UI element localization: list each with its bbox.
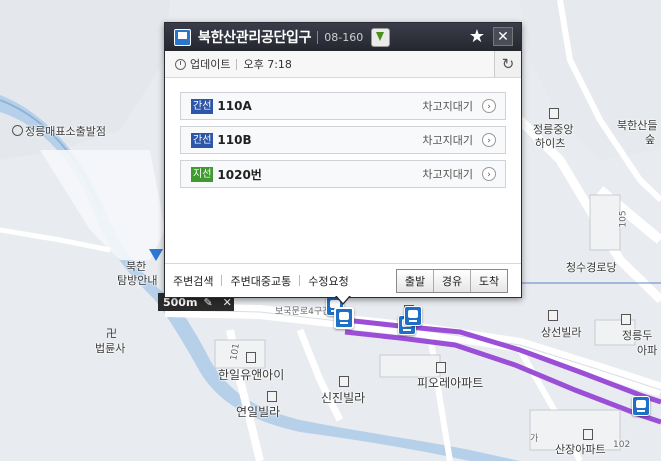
chevron-right-icon[interactable]: ›: [482, 133, 496, 147]
location-marker-icon[interactable]: [149, 249, 163, 271]
close-button[interactable]: ✕: [493, 27, 513, 46]
route-type-badge: 간선: [191, 132, 214, 148]
building-icon: [436, 362, 446, 373]
popup-tail: [335, 295, 351, 305]
route-status: 차고지대기: [422, 134, 473, 147]
locate-button[interactable]: [371, 27, 391, 47]
divider: [317, 30, 319, 44]
update-label: 업데이트: [190, 58, 231, 71]
ticket-office-icon: [12, 125, 23, 136]
update-time: 오후 7:18: [243, 58, 292, 71]
building-icon: [548, 310, 558, 321]
route-status: 차고지대기: [422, 168, 473, 181]
map-label-sinjin: 신진빌라: [321, 391, 366, 405]
map-label-102: 102: [613, 440, 631, 450]
building-icon: [339, 376, 349, 387]
route-name: 1020번: [217, 167, 262, 182]
building-icon: [246, 352, 256, 363]
map-label-sangseon: 상선빌라: [541, 326, 582, 339]
popup-footer: 주변검색 주변대중교통 수정요청 출발 경유 도착: [165, 263, 521, 297]
edit-request-link[interactable]: 수정요청: [300, 273, 356, 289]
route-list: 간선 110A 차고지대기 › 간선 110B 차고지대기 › 지선 1020번…: [165, 78, 521, 188]
nearby-transit-link[interactable]: 주변대중교통: [222, 273, 299, 289]
route-type-badge: 지선: [191, 166, 214, 182]
building-icon: [621, 314, 631, 325]
clock-icon: [175, 58, 186, 70]
bus-stop-icon[interactable]: [404, 306, 422, 326]
building-icon: [549, 108, 559, 119]
map-label-hanil: 한일유앤아이: [218, 368, 285, 382]
departure-button[interactable]: 출발: [397, 270, 433, 292]
map-label-sanjang: 산장아파트: [555, 443, 606, 456]
chevron-right-icon[interactable]: ›: [482, 167, 496, 181]
popup-header: 북한산관리공단입구 08-160 ★ ✕: [165, 23, 521, 51]
route-row[interactable]: 간선 110B 차고지대기 ›: [180, 126, 506, 154]
map-label-105: 105: [618, 210, 629, 228]
route-status: 차고지대기: [422, 100, 473, 113]
bus-stop-icon[interactable]: [632, 396, 650, 416]
nearby-search-link[interactable]: 주변검색: [165, 273, 221, 289]
map-label-bukhansan-guide-2: 탐방안내: [117, 274, 158, 287]
route-type-badge: 간선: [191, 98, 214, 114]
map-label-jeongneung-ticket: 정릉매표소출발점: [12, 123, 106, 139]
route-name: 110B: [217, 133, 252, 147]
route-row[interactable]: 지선 1020번 차고지대기 ›: [180, 160, 506, 188]
stop-id: 08-160: [324, 30, 364, 44]
map-label-road: 보국문로4구간: [275, 307, 331, 317]
building-icon: [583, 429, 593, 440]
bus-icon: [174, 28, 191, 46]
map-label-jeongneung-jungang-2: 하이츠: [535, 137, 566, 150]
bus-stop-popup: 북한산관리공단입구 08-160 ★ ✕ 업데이트 오후 7:18 ↻ 간선 1…: [164, 22, 522, 298]
route-name: 110A: [217, 99, 252, 113]
building-icon: [267, 391, 277, 402]
map-label-jeongneung-apt: 정릉두: [622, 329, 653, 342]
refresh-icon[interactable]: ↻: [494, 51, 521, 77]
divider: [236, 58, 238, 70]
map-label-pio: 피오레아파트: [417, 376, 484, 390]
map-label-cheongsu: 청수경로당: [566, 261, 617, 274]
map-label-ga: 가: [530, 434, 539, 444]
map-label-yeonil: 연일빌라: [236, 405, 281, 419]
route-buttons: 출발 경유 도착: [396, 269, 508, 293]
map-label-beopryunsa: 법륜사: [95, 342, 126, 355]
stop-name: 북한산관리공단입구: [198, 30, 312, 46]
temple-icon: 卍: [106, 327, 117, 340]
bus-stop-icon-selected[interactable]: [334, 307, 354, 329]
arrival-button[interactable]: 도착: [470, 270, 507, 292]
update-bar: 업데이트 오후 7:18 ↻: [165, 51, 521, 78]
favorite-star-icon[interactable]: ★: [469, 26, 485, 47]
route-row[interactable]: 간선 110A 차고지대기 ›: [180, 92, 506, 120]
map-label-jeongneung-apt-2: 아파: [637, 344, 658, 357]
chevron-right-icon[interactable]: ›: [482, 99, 496, 113]
waypoint-button[interactable]: 경유: [433, 270, 470, 292]
map-label-bukhansan-right-2: 숲: [645, 133, 656, 146]
